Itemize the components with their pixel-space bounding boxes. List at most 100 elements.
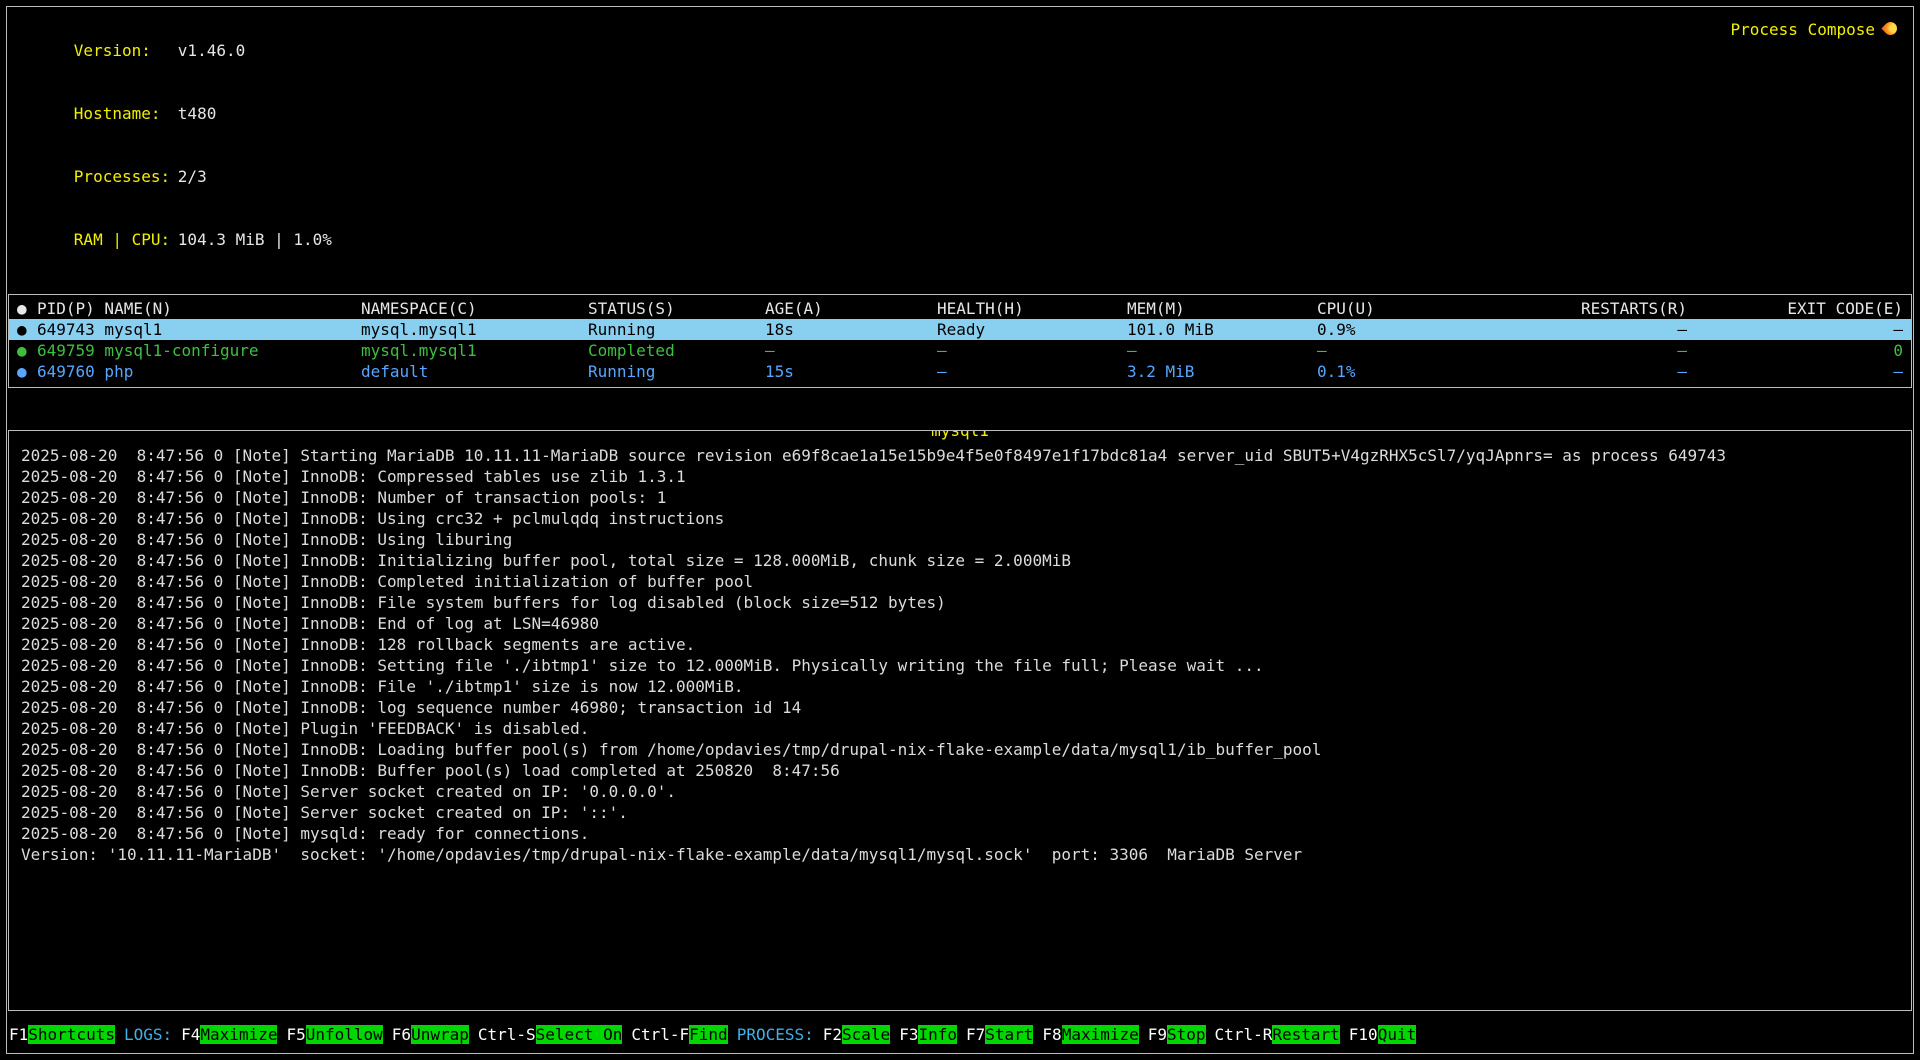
table-body: ●649743 mysql1mysql.mysql1Running18sRead… [9,319,1911,382]
footer-shortcut-stop[interactable]: F9Stop [1148,1024,1206,1045]
flame-icon [1881,19,1899,37]
shortcut-label: Shortcuts [28,1025,115,1044]
exit-code-cell: – [1687,319,1903,340]
restarts-cell: – [1487,361,1687,382]
shortcut-key: F4 [181,1025,200,1044]
status-dot-icon: ● [17,319,37,340]
log-line: 2025-08-20 8:47:56 0 [Note] InnoDB: Load… [21,739,1901,760]
restarts-cell: – [1487,340,1687,361]
col-pid-name[interactable]: PID(P) NAME(N) [37,298,361,319]
log-line: 2025-08-20 8:47:56 0 [Note] InnoDB: Usin… [21,529,1901,550]
col-status[interactable]: STATUS(S) [588,298,765,319]
mem-cell: – [1127,340,1317,361]
processes-value: 2/3 [178,167,207,186]
footer-shortcut-quit[interactable]: F10Quit [1349,1024,1416,1045]
log-line: 2025-08-20 8:47:56 0 [Note] InnoDB: Usin… [21,508,1901,529]
shortcut-key: F10 [1349,1025,1378,1044]
log-line: 2025-08-20 8:47:56 0 [Note] Starting Mar… [21,445,1901,466]
status-dot-icon: ● [17,340,37,361]
footer-shortcut-info[interactable]: F3Info [899,1024,957,1045]
table-header-row: ● PID(P) NAME(N) NAMESPACE(C) STATUS(S) … [9,298,1911,319]
col-restarts[interactable]: RESTARTS(R) [1487,298,1687,319]
pid-name-cell: 649743 mysql1 [37,319,361,340]
shortcut-label: Select On [536,1025,623,1044]
shortcut-label: Scale [842,1025,890,1044]
shortcut-label: Restart [1272,1025,1339,1044]
log-line: 2025-08-20 8:47:56 0 [Note] InnoDB: File… [21,676,1901,697]
footer-section-label: LOGS: [124,1024,172,1045]
process-row-mysql1[interactable]: ●649743 mysql1mysql.mysql1Running18sRead… [9,319,1911,340]
hostname-value: t480 [178,104,217,123]
log-line: 2025-08-20 8:47:56 0 [Note] Server socke… [21,802,1901,823]
status-cell: Completed [588,340,765,361]
shortcut-key: F6 [392,1025,411,1044]
log-line: 2025-08-20 8:47:56 0 [Note] InnoDB: Sett… [21,655,1901,676]
shortcut-label: Start [985,1025,1033,1044]
footer-section-label: PROCESS: [737,1024,814,1045]
health-cell: Ready [937,319,1127,340]
col-mem[interactable]: MEM(M) [1127,298,1317,319]
shortcut-label: Find [689,1025,728,1044]
footer-shortcut-unwrap[interactable]: F6Unwrap [392,1024,469,1045]
col-health[interactable]: HEALTH(H) [937,298,1127,319]
namespace-cell: mysql.mysql1 [361,319,588,340]
log-line: 2025-08-20 8:47:56 0 [Note] InnoDB: Comp… [21,466,1901,487]
log-line: 2025-08-20 8:47:56 0 [Note] Server socke… [21,781,1901,802]
status-dot-icon: ● [17,361,37,382]
log-lines[interactable]: 2025-08-20 8:47:56 0 [Note] Starting Mar… [21,445,1901,865]
shortcut-key: Ctrl-R [1215,1025,1273,1044]
age-cell: – [765,340,937,361]
process-row-mysql1-configure[interactable]: ●649759 mysql1-configuremysql.mysql1Comp… [9,340,1911,361]
pid-name-cell: 649759 mysql1-configure [37,340,361,361]
footer-shortcut-find[interactable]: Ctrl-FFind [631,1024,727,1045]
col-exit-code[interactable]: EXIT CODE(E) [1687,298,1903,319]
log-line: 2025-08-20 8:47:56 0 [Note] InnoDB: Comp… [21,571,1901,592]
log-panel-title: mysql1 [930,430,990,441]
col-age[interactable]: AGE(A) [765,298,937,319]
log-panel: mysql1 2025-08-20 8:47:56 0 [Note] Start… [8,430,1912,1011]
age-cell: 15s [765,361,937,382]
footer-shortcut-maximize[interactable]: F8Maximize [1042,1024,1138,1045]
shortcut-key: F2 [823,1025,842,1044]
cpu-cell: 0.1% [1317,361,1487,382]
log-line: Version: '10.11.11-MariaDB' socket: '/ho… [21,844,1901,865]
log-line: 2025-08-20 8:47:56 0 [Note] InnoDB: Init… [21,550,1901,571]
log-line: 2025-08-20 8:47:56 0 [Note] InnoDB: File… [21,592,1901,613]
namespace-cell: mysql.mysql1 [361,340,588,361]
shortcut-key: Ctrl-S [478,1025,536,1044]
footer-shortcut-restart[interactable]: Ctrl-RRestart [1215,1024,1340,1045]
app-title: Process Compose [1731,19,1898,40]
restarts-cell: – [1487,319,1687,340]
health-cell: – [937,361,1127,382]
exit-code-cell: 0 [1687,340,1903,361]
status-cell: Running [588,319,765,340]
footer-shortcut-start[interactable]: F7Start [966,1024,1033,1045]
footer-shortcut-maximize[interactable]: F4Maximize [181,1024,277,1045]
col-namespace[interactable]: NAMESPACE(C) [361,298,588,319]
cpu-cell: – [1317,340,1487,361]
shortcut-label: Unfollow [306,1025,383,1044]
col-cpu[interactable]: CPU(U) [1317,298,1487,319]
process-compose-app: Version:v1.46.0 Hostname:t480 Processes:… [6,6,1914,1054]
namespace-cell: default [361,361,588,382]
shortcut-key: Ctrl-F [631,1025,689,1044]
footer-shortcut-shortcuts[interactable]: F1Shortcuts [9,1024,115,1045]
shortcut-key: F7 [966,1025,985,1044]
processes-label: Processes: [74,166,178,187]
age-cell: 18s [765,319,937,340]
process-row-php[interactable]: ●649760 phpdefaultRunning15s–3.2 MiB0.1%… [9,361,1911,382]
ram-cpu-label: RAM | CPU: [74,229,178,250]
footer-shortcut-scale[interactable]: F2Scale [823,1024,890,1045]
log-line: 2025-08-20 8:47:56 0 [Note] mysqld: read… [21,823,1901,844]
mem-cell: 101.0 MiB [1127,319,1317,340]
shortcut-key: F5 [286,1025,305,1044]
exit-code-cell: – [1687,361,1903,382]
footer-shortcut-select-on[interactable]: Ctrl-SSelect On [478,1024,623,1045]
hostname-row: Hostname:t480 [16,82,1905,145]
process-table: ● PID(P) NAME(N) NAMESPACE(C) STATUS(S) … [8,294,1912,388]
footer-shortcut-unfollow[interactable]: F5Unfollow [286,1024,382,1045]
header-status-dot-icon: ● [17,298,37,319]
shortcut-key: F9 [1148,1025,1167,1044]
shortcut-key: F3 [899,1025,918,1044]
status-cell: Running [588,361,765,382]
